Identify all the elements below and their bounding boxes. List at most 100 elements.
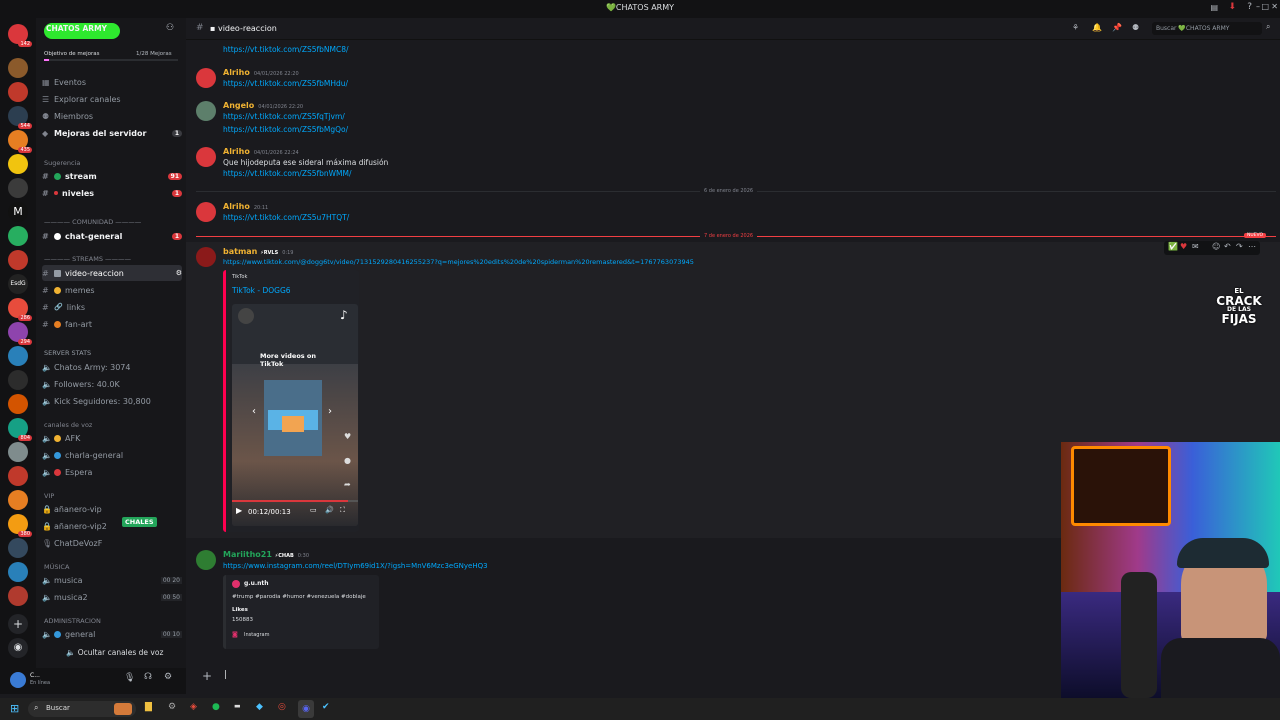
close-icon[interactable]: ✕ (1271, 2, 1278, 11)
search-input[interactable]: Buscar 💚CHATOS ARMY (1152, 22, 1262, 35)
embed-author[interactable]: g.u.nth (244, 580, 269, 587)
app-icon[interactable]: ▬ (234, 702, 241, 710)
nav-browse[interactable]: ☰ Explorar canales (42, 91, 182, 107)
message-author[interactable]: Angelo 04/01/2026 22:20 (223, 101, 303, 110)
steam-icon[interactable]: ✔ (322, 702, 330, 712)
server-icon[interactable]: M (8, 202, 28, 222)
avatar[interactable] (196, 68, 216, 88)
message-author[interactable]: Mariitho21 ⚡CHAB 0:30 (223, 550, 309, 559)
message-link[interactable]: https://vt.tiktok.com/ZS5fbMHdu/ (223, 79, 348, 88)
voice-espera[interactable]: 🔈 Espera (42, 464, 182, 480)
bell-icon[interactable]: 🔔 (1092, 23, 1102, 32)
channel-chat-general[interactable]: # chat-general 1 (42, 228, 182, 244)
channel-fan-art[interactable]: # fan-art (42, 316, 182, 332)
more-icon[interactable]: ⋯ (1248, 242, 1256, 251)
category-server-stats[interactable]: SERVER STATS (44, 349, 91, 357)
settings-icon[interactable]: ⚙ (176, 269, 182, 277)
message-link[interactable]: https://vt.tiktok.com/ZS5fbnWMM/ (223, 169, 352, 178)
server-icon[interactable] (8, 58, 28, 78)
message-composer[interactable]: + | (194, 666, 1056, 688)
heart-icon[interactable]: ♥ (1180, 242, 1187, 251)
voice-chatdevoz[interactable]: 🎙 ChatDeVozF (42, 535, 182, 551)
play-icon[interactable]: ▶ (236, 506, 242, 515)
minimize-icon[interactable]: – (1256, 2, 1260, 11)
server-icon[interactable] (8, 466, 28, 486)
message-author[interactable]: batman ⚡RVLS 0:19 (223, 247, 293, 256)
server-icon[interactable] (8, 226, 28, 246)
message-author[interactable]: Alriho 20:11 (223, 202, 268, 211)
server-icon[interactable]: 435 (8, 130, 32, 153)
voice-anhanero-vip[interactable]: 🔒 añanero-vip (42, 501, 182, 517)
envelope-icon[interactable]: ✉ (1192, 242, 1199, 251)
pin-icon[interactable]: 📌 (1112, 23, 1122, 32)
add-attachment-icon[interactable]: + (202, 669, 212, 683)
category-musica[interactable]: MÚSICA (44, 563, 69, 571)
voice-afk[interactable]: 🔈 AFK (42, 430, 182, 446)
add-server-icon[interactable]: + (8, 614, 28, 634)
category-voice[interactable]: canales de voz (44, 421, 92, 429)
server-icon[interactable] (8, 370, 28, 390)
server-header[interactable]: CHATOS ARMY ⚇ Objetivo de mejoras 1/28 M… (36, 18, 186, 64)
hide-voice-button[interactable]: 🔈 Ocultar canales de voz (66, 648, 163, 657)
avatar[interactable] (196, 550, 216, 570)
channel-niveles[interactable]: # niveles 1 (42, 185, 182, 201)
app-icon[interactable]: ◆ (256, 702, 263, 712)
server-icon[interactable] (8, 346, 28, 366)
message-link[interactable]: https://www.instagram.com/reel/DTIym69id… (223, 562, 488, 570)
threads-icon[interactable]: ⚘ (1072, 23, 1079, 32)
server-icon[interactable] (8, 538, 28, 558)
category-suggestion[interactable]: Sugerencia (44, 159, 80, 167)
avatar[interactable] (196, 147, 216, 167)
add-member-icon[interactable]: ⚇ (166, 23, 174, 33)
server-icon[interactable]: 142 (8, 24, 32, 47)
voice-admin-general[interactable]: 🔈 general 00 10 (42, 626, 182, 642)
server-icon[interactable]: EsdG (8, 274, 28, 294)
avatar[interactable] (196, 101, 216, 121)
message-author[interactable]: Alriho 04/01/2026 22:20 (223, 68, 299, 77)
message-link[interactable]: https://vt.tiktok.com/ZS5u7HTQT/ (223, 213, 349, 222)
server-icon[interactable] (8, 562, 28, 582)
forward-icon[interactable]: ↷ (1236, 242, 1243, 251)
server-icon[interactable] (8, 178, 28, 198)
maximize-icon[interactable]: □ (1261, 2, 1269, 11)
video-progress[interactable] (232, 500, 358, 502)
add-reaction-icon[interactable]: ☺ (1212, 242, 1220, 251)
fullscreen-icon[interactable]: ⛶ (340, 506, 345, 515)
channel-links[interactable]: # 🔗 links (42, 299, 182, 315)
nav-members[interactable]: ⚉ Miembros (42, 108, 182, 124)
server-icon[interactable] (8, 586, 28, 606)
search-icon[interactable]: ⌕ (1266, 22, 1270, 32)
volume-icon[interactable]: 🔊 (325, 506, 334, 514)
discord-icon[interactable]: ◉ (298, 700, 314, 718)
category-vip[interactable]: VIP (44, 492, 54, 500)
voice-charla-general[interactable]: 🔈 charla-general (42, 447, 182, 463)
message-author[interactable]: Alriho 04/01/2026 22:24 (223, 147, 299, 156)
voice-anhanero-vip2[interactable]: 🔒 añanero-vip2 (42, 518, 182, 534)
server-icon[interactable] (8, 154, 28, 174)
message-link[interactable]: https://www.tiktok.com/@dogg6tv/video/71… (223, 258, 694, 266)
taskbar-search[interactable]: ⌕ Buscar (28, 701, 136, 717)
server-icon[interactable] (8, 490, 28, 510)
next-icon[interactable]: › (328, 406, 332, 417)
browser-icon[interactable]: ◈ (190, 702, 197, 712)
voice-musica[interactable]: 🔈 musica 00 20 (42, 572, 182, 588)
mic-icon[interactable]: 🎙 (124, 673, 135, 683)
server-icon[interactable] (8, 442, 28, 462)
check-icon[interactable]: ✅ (1168, 242, 1178, 251)
channel-video-reaccion[interactable]: # video-reaccion ⚙ (42, 265, 182, 281)
message-link[interactable]: https://vt.tiktok.com/ZS5fbNMC8/ (223, 45, 349, 54)
spotify-icon[interactable]: ● (212, 702, 220, 712)
reply-icon[interactable]: ↶ (1224, 242, 1231, 251)
category-streams[interactable]: ———— STREAMS ———— (44, 255, 131, 263)
message-link[interactable]: https://vt.tiktok.com/ZS5fbMgQo/ (223, 125, 348, 134)
category-comunidad[interactable]: ———— COMUNIDAD ———— (44, 218, 141, 226)
server-icon[interactable]: 286 (8, 298, 32, 321)
message-link[interactable]: https://vt.tiktok.com/ZS5fqTjvm/ (223, 112, 345, 121)
captions-icon[interactable]: ▭ (310, 506, 317, 514)
category-admin[interactable]: ADMINISTRACION (44, 617, 101, 625)
explore-icon[interactable]: ◉ (8, 638, 28, 658)
settings-icon[interactable]: ⚙ (168, 702, 176, 712)
help-icon[interactable]: ? (1247, 2, 1252, 12)
embed-title[interactable]: TikTok - DOGG6 (232, 286, 291, 295)
inbox-icon[interactable]: ▤ (1210, 3, 1218, 12)
